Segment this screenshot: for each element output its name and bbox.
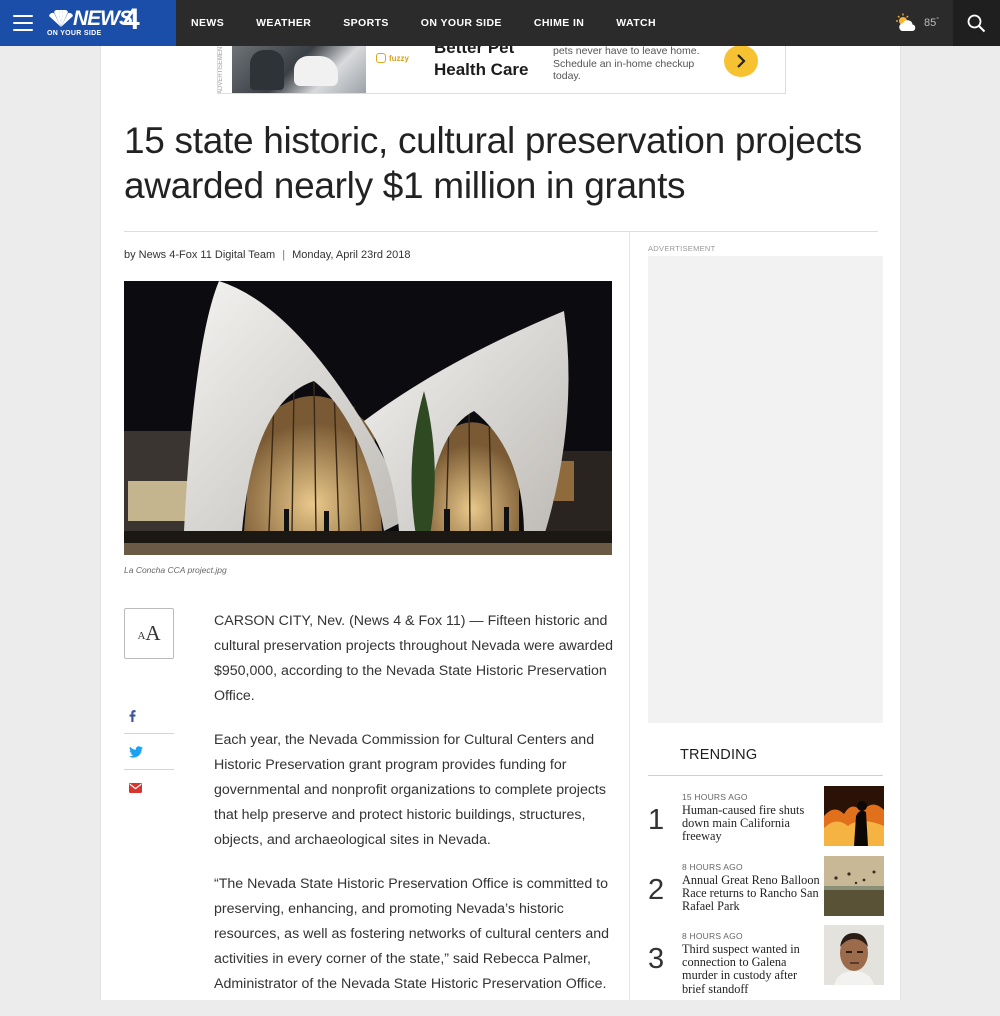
nav-news[interactable]: NEWS <box>176 17 240 29</box>
trending-headline[interactable]: Third suspect wanted in connection to Ga… <box>682 942 820 996</box>
email-icon <box>129 783 142 793</box>
fuzzy-logo-icon <box>376 53 386 63</box>
nav-weather[interactable]: WEATHER <box>240 17 327 29</box>
logo-tagline: ON YOUR SIDE <box>47 30 102 37</box>
image-caption: La Concha CCA project.jpg <box>124 565 227 575</box>
ad-photo <box>232 46 366 93</box>
nav-on-your-side[interactable]: ON YOUR SIDE <box>405 17 518 29</box>
sidebar-ad-slot[interactable] <box>648 256 883 723</box>
main-nav: NEWS WEATHER SPORTS ON YOUR SIDE CHIME I… <box>176 0 672 46</box>
column-divider <box>629 232 630 1000</box>
trending-headline[interactable]: Human-caused fire shuts down main Califo… <box>682 803 820 844</box>
trending-thumbnail-fire[interactable] <box>824 786 884 846</box>
nav-watch[interactable]: WATCH <box>600 17 672 29</box>
author[interactable]: by News 4-Fox 11 Digital Team <box>124 249 275 261</box>
ad-label: ADVERTISEMENT <box>218 46 224 94</box>
logo-channel-number: 4 <box>123 3 140 36</box>
site-logo[interactable]: NEWS 4 ON YOUR SIDE <box>46 3 156 39</box>
divider <box>648 775 883 776</box>
sidebar-ad-label: ADVERTISEMENT <box>648 244 716 253</box>
trending-rank: 1 <box>648 804 665 836</box>
article-paragraph: CARSON CITY, Nev. (News 4 & Fox 11) — Fi… <box>214 613 614 704</box>
nav-chime-in[interactable]: CHIME IN <box>518 17 600 29</box>
trending-item[interactable]: 2 8 HOURS AGO Annual Great Reno Balloon … <box>648 856 884 924</box>
trending-thumbnail-mugshot[interactable] <box>824 925 884 985</box>
trending-thumbnail-balloons[interactable] <box>824 856 884 916</box>
trending-headline[interactable]: Annual Great Reno Balloon Race returns t… <box>682 873 820 914</box>
trending-item[interactable]: 1 15 HOURS AGO Human-caused fire shuts d… <box>648 786 884 854</box>
site-header: NEWS 4 ON YOUR SIDE NEWS WEATHER SPORTS … <box>0 0 1000 46</box>
trending-time: 15 HOURS AGO <box>682 792 748 802</box>
article-paragraph: Each year, the Nevada Commission for Cul… <box>214 732 606 848</box>
ad-cta-button[interactable] <box>724 46 758 77</box>
article-paragraph: “The Nevada State Historic Preservation … <box>214 876 610 992</box>
share-twitter-button[interactable] <box>124 734 174 770</box>
trending-rank: 2 <box>648 874 665 906</box>
weather-widget[interactable]: 85° <box>894 12 939 34</box>
temperature: 85° <box>924 17 940 29</box>
trending-rank: 3 <box>648 943 665 975</box>
peacock-logo-icon <box>49 10 73 27</box>
publish-date: Monday, April 23rd 2018 <box>292 249 411 261</box>
search-button[interactable] <box>953 0 1000 46</box>
article-title: 15 state historic, cultural preservation… <box>124 120 862 206</box>
font-size-button[interactable]: AA <box>124 608 174 659</box>
ad-sponsor: fuzzy <box>376 53 409 63</box>
ad-body: pets never have to leave home. Schedule … <box>553 46 700 82</box>
la-concha-building-illustration <box>124 281 612 555</box>
trending-heading: TRENDING <box>680 747 758 763</box>
trending-item[interactable]: 3 8 HOURS AGO Third suspect wanted in co… <box>648 925 884 996</box>
trending-time: 8 HOURS AGO <box>682 931 743 941</box>
divider <box>124 231 878 232</box>
share-facebook-button[interactable] <box>124 698 174 734</box>
top-ad-banner[interactable]: ADVERTISEMENT fuzzy Better Pet Health Ca… <box>217 46 786 94</box>
nav-sports[interactable]: SPORTS <box>327 17 405 29</box>
hero-image[interactable] <box>124 281 612 555</box>
byline: by News 4-Fox 11 Digital Team | Monday, Ap… <box>124 249 411 261</box>
share-email-button[interactable] <box>124 770 174 806</box>
twitter-icon <box>129 745 143 758</box>
menu-icon[interactable] <box>13 15 33 31</box>
article-body: CARSON CITY, Nev. (News 4 & Fox 11) — Fi… <box>214 609 614 1016</box>
trending-time: 8 HOURS AGO <box>682 862 743 872</box>
chevron-right-icon <box>737 54 746 68</box>
ad-headline: Better Pet Health Care <box>434 46 529 79</box>
search-icon <box>967 14 986 32</box>
facebook-icon <box>129 709 136 722</box>
partly-cloudy-icon <box>896 13 916 31</box>
article-page: ADVERTISEMENT fuzzy Better Pet Health Ca… <box>100 46 901 1000</box>
logo-block: NEWS 4 ON YOUR SIDE <box>0 0 176 46</box>
